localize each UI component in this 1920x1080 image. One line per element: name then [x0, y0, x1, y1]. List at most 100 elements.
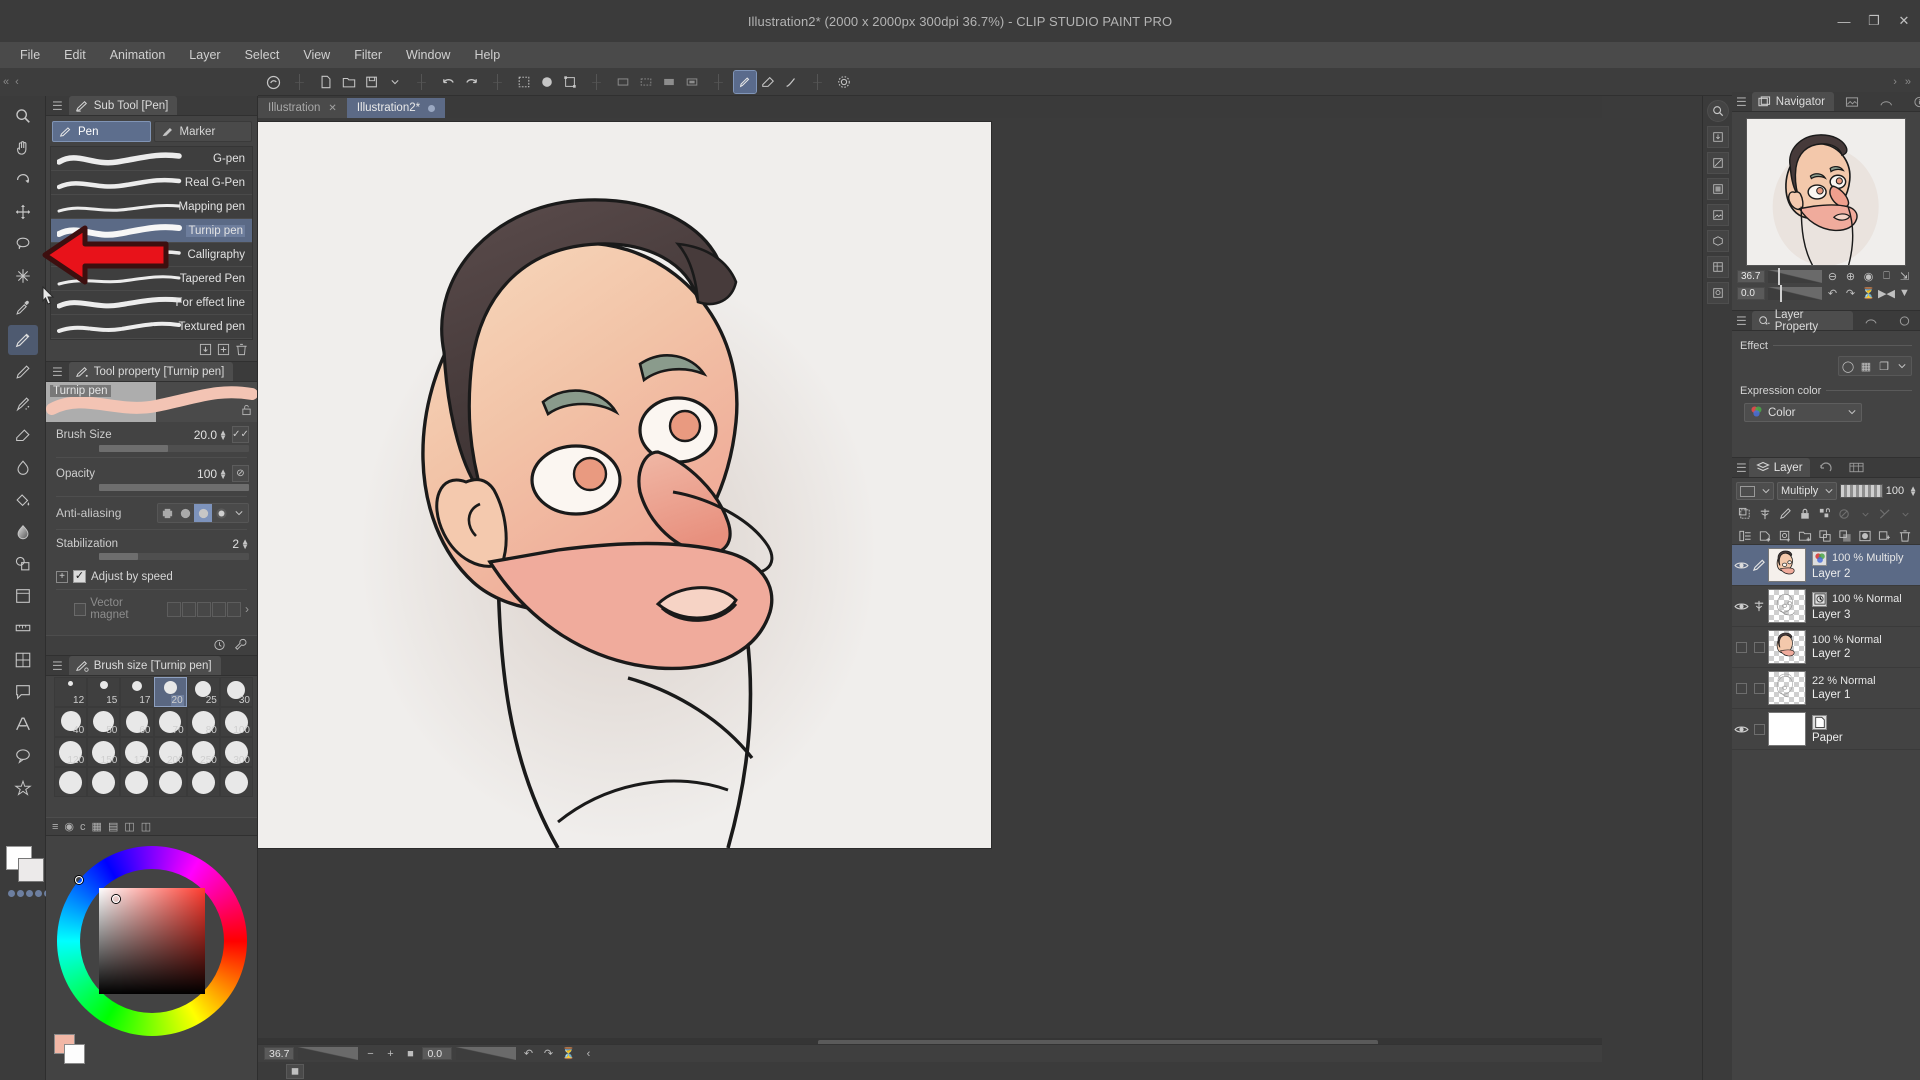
- duplicate-icon[interactable]: [217, 343, 230, 359]
- empty-box-icon[interactable]: [1753, 641, 1765, 653]
- brush-size-cell-17[interactable]: 17: [120, 677, 154, 707]
- navigator-zoom-field[interactable]: 36.7: [1737, 269, 1765, 283]
- selection-rect-icon[interactable]: [612, 71, 634, 93]
- tool-blend-icon[interactable]: [8, 453, 38, 483]
- quick-access-search-icon[interactable]: [1706, 100, 1729, 122]
- tonal-correction-tab[interactable]: [1892, 311, 1920, 330]
- unlock-icon[interactable]: [241, 404, 252, 419]
- new-folder-icon[interactable]: [1796, 527, 1814, 545]
- sub-tool-item-calligraphy[interactable]: Calligraphy: [51, 243, 252, 267]
- lock-transparency-icon[interactable]: [1816, 505, 1834, 523]
- quick-color-4[interactable]: [35, 890, 42, 897]
- tone-icon[interactable]: ▦: [1857, 357, 1875, 375]
- wrench-icon[interactable]: [234, 638, 247, 654]
- zoom-in-icon[interactable]: ⊕: [1843, 269, 1858, 283]
- brush-size-cell-120[interactable]: 120: [54, 737, 88, 767]
- brush-size-cell-150[interactable]: 150: [87, 737, 121, 767]
- opacity-pressure-toggle[interactable]: ⊘: [232, 465, 249, 482]
- redo-icon[interactable]: [460, 71, 482, 93]
- sub-tool-group-marker[interactable]: Marker: [153, 121, 252, 142]
- delete-selection-icon[interactable]: [513, 71, 535, 93]
- quick-color-2[interactable]: [17, 890, 24, 897]
- tool-property-tab[interactable]: Tool property [Turnip pen]: [68, 362, 234, 381]
- navigator-rotate-slider[interactable]: [1768, 284, 1822, 302]
- tool-frame-border-icon[interactable]: [8, 581, 38, 611]
- menu-filter[interactable]: Filter: [342, 44, 394, 66]
- mirror-icon[interactable]: ⎕: [1879, 269, 1894, 283]
- anti-aliasing-none[interactable]: [158, 504, 176, 522]
- timeline-toggle-button[interactable]: ◼: [286, 1063, 304, 1079]
- item-bank-tab[interactable]: [1873, 92, 1902, 111]
- brush-size-stepper[interactable]: ▲ ▼: [219, 428, 227, 441]
- material-manga-icon[interactable]: [1706, 256, 1729, 278]
- transfer-down-icon[interactable]: [1816, 527, 1834, 545]
- vector-magnet-expand-arrow[interactable]: ›: [245, 602, 249, 616]
- clip-to-layer-icon[interactable]: [1736, 505, 1754, 523]
- tool-pen-icon[interactable]: [7, 325, 38, 355]
- maximize-icon[interactable]: ❐: [1866, 13, 1882, 29]
- c-icon[interactable]: c: [80, 821, 86, 833]
- tool-gradient-icon[interactable]: [8, 517, 38, 547]
- hamburger-icon[interactable]: ☰: [52, 366, 63, 378]
- sub-tool-item-g-pen[interactable]: G-pen: [51, 147, 252, 171]
- vector-magnet-cell-5[interactable]: [227, 601, 241, 617]
- brush-size-cell-200[interactable]: 200: [153, 737, 187, 767]
- save-dropdown-icon[interactable]: [384, 71, 406, 93]
- mask-enable-icon[interactable]: [1836, 505, 1854, 523]
- combine-down-icon[interactable]: [1836, 527, 1854, 545]
- empty-box-icon[interactable]: [1753, 723, 1765, 735]
- circle-icon[interactable]: ◉: [64, 820, 74, 833]
- flip-h-icon[interactable]: ▶◀: [1878, 286, 1895, 300]
- brush-size-cell-100[interactable]: 100: [219, 707, 253, 737]
- rotate-right-icon[interactable]: ↷: [540, 1047, 556, 1061]
- deselect-icon[interactable]: [635, 71, 657, 93]
- hamburger-icon[interactable]: ☰: [1736, 315, 1747, 327]
- tool-decoration-icon[interactable]: [8, 773, 38, 803]
- brush-size-slider[interactable]: [99, 445, 249, 452]
- zoom-out-icon[interactable]: −: [362, 1047, 378, 1061]
- vector-magnet-checkbox[interactable]: [74, 602, 87, 616]
- fullscreen-icon[interactable]: ⇲: [1897, 269, 1912, 283]
- visibility-off-icon[interactable]: [1735, 682, 1747, 694]
- detail-icon[interactable]: ◫: [141, 820, 151, 833]
- list-icon[interactable]: ≡: [52, 821, 58, 833]
- sub-tool-group-pen[interactable]: Pen: [52, 121, 151, 142]
- new-raster-layer-icon[interactable]: [1756, 527, 1774, 545]
- brush-size-cell-empty-6[interactable]: [219, 767, 253, 797]
- chevron-down-icon[interactable]: [1893, 357, 1911, 375]
- tab-layer[interactable]: Layer: [1748, 458, 1810, 477]
- tool-hand-icon[interactable]: [8, 133, 38, 163]
- stabilization-slider[interactable]: [99, 553, 249, 560]
- brush-size-cell-15[interactable]: 15: [87, 677, 121, 707]
- brush-size-cell-empty-1[interactable]: [54, 767, 88, 797]
- brush-size-cell-empty-4[interactable]: [153, 767, 187, 797]
- layer-visibility-toggle[interactable]: [1732, 627, 1750, 667]
- tool-balloon-icon[interactable]: [8, 741, 38, 771]
- mask-show-dropdown-icon[interactable]: [1896, 505, 1914, 523]
- anti-aliasing-high[interactable]: [212, 504, 230, 522]
- tool-auto-select-icon[interactable]: [8, 261, 38, 291]
- menu-view[interactable]: View: [291, 44, 342, 66]
- invert-selection-icon[interactable]: [658, 71, 680, 93]
- rotate-ramp-slider[interactable]: [456, 1047, 517, 1060]
- navigator-tab[interactable]: Navigator: [1751, 92, 1834, 111]
- collapse-prev-icon[interactable]: ‹: [12, 76, 22, 88]
- tool-eraser-icon[interactable]: [8, 421, 38, 451]
- opacity-slider[interactable]: [1840, 484, 1883, 498]
- tab-history[interactable]: [1812, 458, 1840, 477]
- tool-lasso-select-icon[interactable]: [8, 229, 38, 259]
- layer-row-layer-2-multiply[interactable]: 100 % Multiply Layer 2: [1732, 545, 1920, 586]
- sv-cursor[interactable]: [111, 895, 120, 903]
- tool-eyedropper-icon[interactable]: [8, 293, 38, 323]
- close-icon[interactable]: ✕: [328, 103, 336, 114]
- stabilization-value[interactable]: 2: [205, 537, 239, 551]
- layer-settings-icon[interactable]: [1736, 527, 1754, 545]
- hamburger-icon[interactable]: ☰: [1736, 462, 1747, 474]
- visibility-off-icon[interactable]: [1735, 641, 1747, 653]
- navigator-rotate-field[interactable]: 0.0: [1737, 286, 1765, 300]
- stabilization-stepper[interactable]: ▲ ▼: [241, 538, 249, 551]
- brush-size-cell-170[interactable]: 170: [120, 737, 154, 767]
- settings-gear-icon[interactable]: [833, 71, 855, 93]
- layer-opacity-stepper[interactable]: ▲ ▼: [1909, 485, 1917, 498]
- background-color-swatch[interactable]: [64, 1044, 85, 1064]
